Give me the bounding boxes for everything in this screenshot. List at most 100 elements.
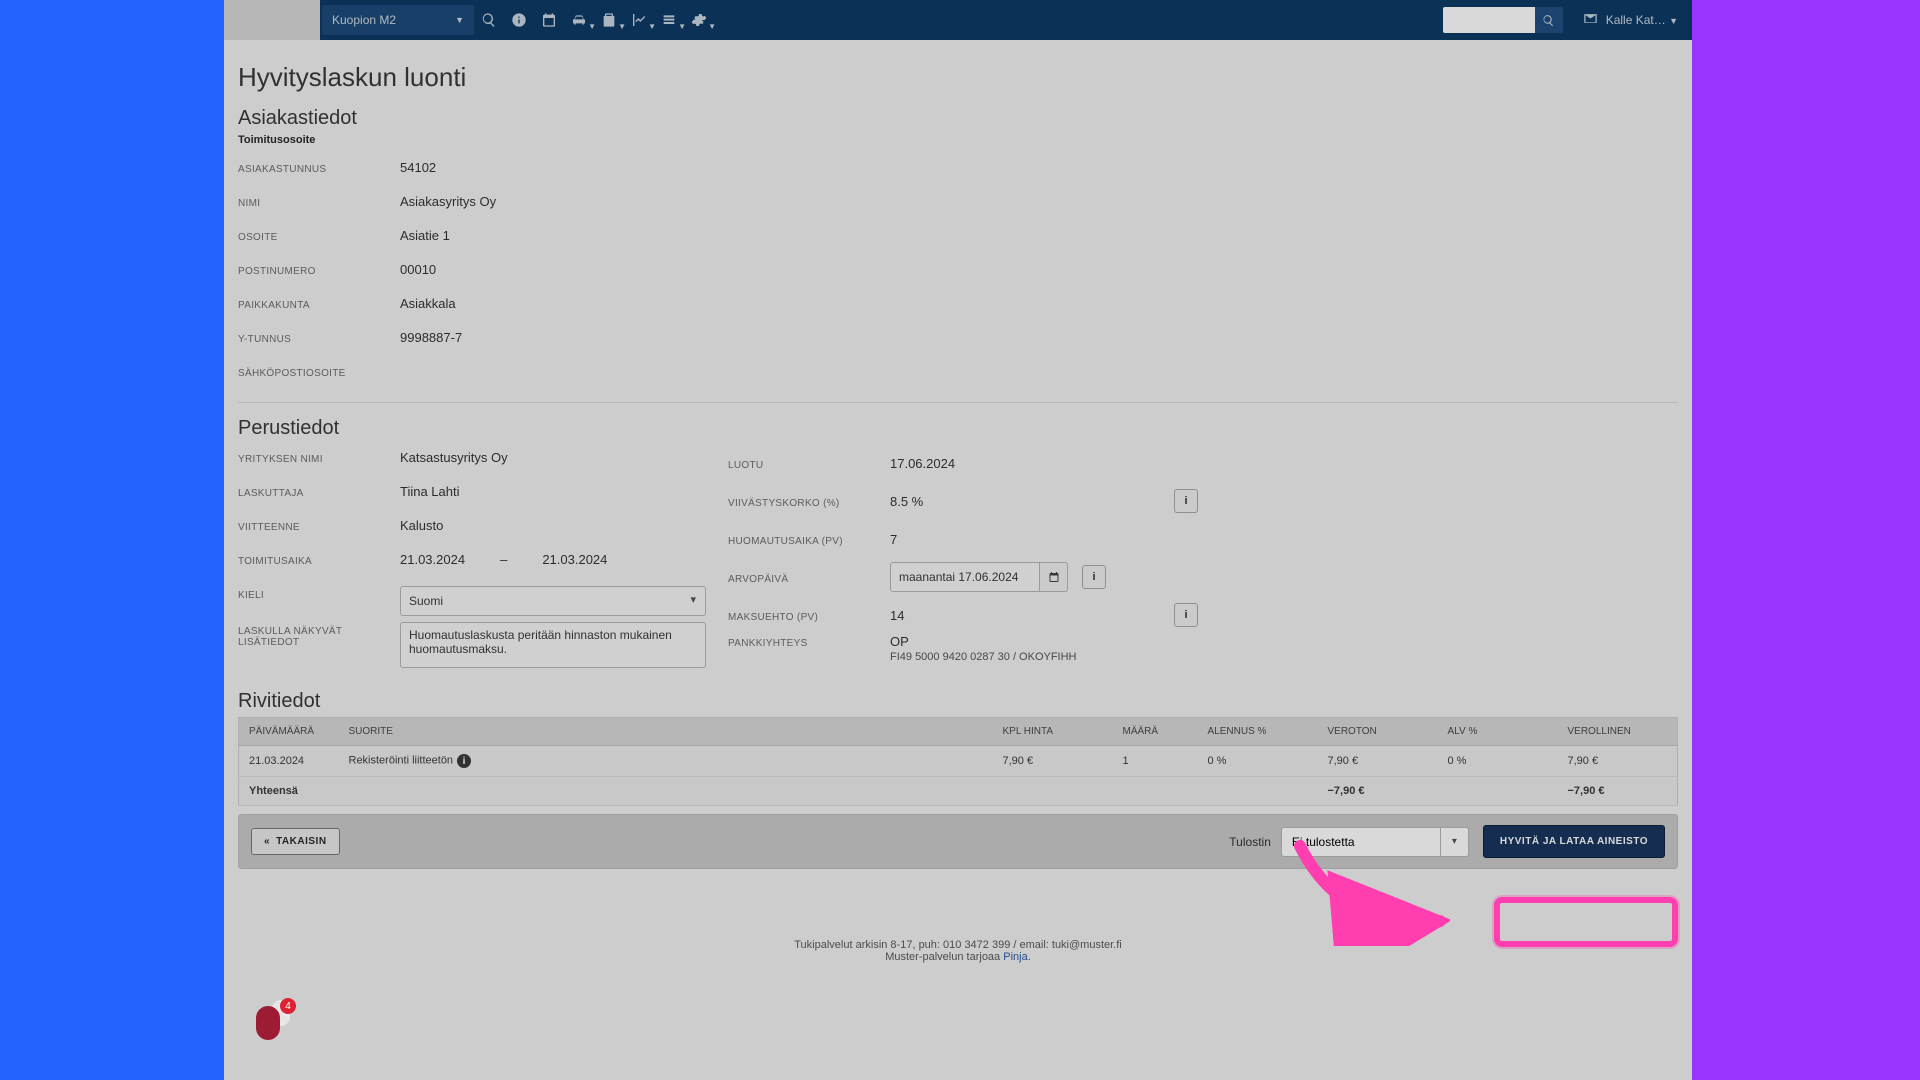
col-verollinen: VEROLLINEN	[1558, 718, 1678, 746]
label-huomautusaika: HUOMAUTUSAIKA (PV)	[728, 532, 890, 547]
list-icon[interactable]: ▼	[654, 0, 684, 40]
car-icon[interactable]: ▼	[564, 0, 594, 40]
col-kpl: KPL HINTA	[993, 718, 1113, 746]
value-viivastyskorko: 8.5 %	[890, 494, 1160, 509]
label-kieli: KIELI	[238, 586, 400, 601]
value-paikkakunta: Asiakkala	[400, 296, 456, 311]
info-icon[interactable]: i	[457, 754, 471, 768]
footer-support-line: Tukipalvelut arkisin 8-17, puh: 010 3472…	[238, 939, 1678, 951]
chevron-down-icon: ▼	[1669, 16, 1678, 26]
value-nimi: Asiakasyritys Oy	[400, 194, 496, 209]
brand-logo	[224, 0, 320, 40]
label-toimitusaika: TOIMITUSAIKA	[238, 552, 400, 567]
table-header-row: PÄIVÄMÄÄRÄ SUORITE KPL HINTA MÄÄRÄ ALENN…	[239, 718, 1678, 746]
cell-alennus: 0 %	[1198, 746, 1318, 777]
label-viivastyskorko: VIIVÄSTYSKORKO (%)	[728, 494, 890, 509]
gear-icon[interactable]: ▼	[684, 0, 714, 40]
customer-section-title: Asiakastiedot	[238, 107, 1678, 130]
cell-alv: 0 %	[1438, 746, 1558, 777]
col-alennus: ALENNUS %	[1198, 718, 1318, 746]
info-button-arvopaiva[interactable]: i	[1082, 565, 1106, 589]
value-date-input[interactable]	[890, 562, 1040, 592]
back-button-label: TAKAISIN	[276, 836, 326, 847]
chart-icon[interactable]: ▼	[624, 0, 654, 40]
site-selector-label: Kuopion M2	[332, 13, 396, 27]
global-search-input[interactable]	[1443, 7, 1535, 33]
value-toimitusaika: 21.03.2024 – 21.03.2024	[400, 552, 607, 567]
value-osoite: Asiatie 1	[400, 228, 450, 243]
label-nimi: NIMI	[238, 194, 400, 209]
content: Hyvityslaskun luonti Asiakastiedot Toimi…	[224, 40, 1692, 975]
basics-section-title: Perustiedot	[238, 417, 1678, 440]
value-pankki-iban: FI49 5000 9420 0287 30 / OKOYFIHH	[890, 651, 1077, 663]
label-lisatiedot: LASKULLA NÄKYVÄT LISÄTIEDOT	[238, 622, 400, 648]
label-yritys: YRITYKSEN NIMI	[238, 450, 400, 465]
footer-bar: « TAKAISIN Tulostin Ei tulostetta ▾ HYVI…	[238, 814, 1678, 869]
value-postinumero: 00010	[400, 262, 436, 277]
notification-badge: 4	[280, 998, 296, 1014]
value-luotu: 17.06.2024	[890, 456, 955, 471]
back-button[interactable]: « TAKAISIN	[251, 828, 340, 855]
printer-select-value: Ei tulostetta	[1292, 835, 1355, 849]
clipboard-icon[interactable]: ▼	[594, 0, 624, 40]
mail-icon[interactable]	[1583, 11, 1598, 29]
label-pankki: PANKKIYHTEYS	[728, 634, 890, 649]
label-postinumero: POSTINUMERO	[238, 262, 400, 277]
value-ytunnus: 9998887-7	[400, 330, 462, 345]
extra-info-textarea[interactable]: Huomautuslaskusta peritään hinnaston muk…	[400, 622, 706, 668]
label-maksuehto: MAKSUEHTO (PV)	[728, 608, 890, 623]
label-laskuttaja: LASKUTTAJA	[238, 484, 400, 499]
label-paikkakunta: PAIKKAKUNTA	[238, 296, 400, 311]
printer-select[interactable]: Ei tulostetta	[1281, 827, 1441, 857]
info-icon[interactable]	[504, 0, 534, 40]
support-widget[interactable]: 4	[256, 1000, 296, 1040]
cell-verollinen: 7,90 €	[1558, 746, 1678, 777]
label-viite: VIITTEENNE	[238, 518, 400, 533]
value-asiakastunnus: 54102	[400, 160, 436, 175]
value-date-group	[890, 562, 1068, 592]
value-viite: Kalusto	[400, 518, 443, 533]
topbar: Kuopion M2 ▼ ▼ ▼ ▼ ▼ ▼ Kalle Kat… ▼	[224, 0, 1692, 40]
table-row: 21.03.2024 Rekisteröinti liitteetöni 7,9…	[239, 746, 1678, 777]
table-total-row: Yhteensä −7,90 € −7,90 €	[239, 777, 1678, 806]
value-pankki-name: OP	[890, 634, 1077, 649]
printer-label: Tulostin	[1229, 835, 1271, 849]
user-menu[interactable]: Kalle Kat… ▼	[1606, 13, 1678, 27]
info-button-viivastyskorko[interactable]: i	[1174, 489, 1198, 513]
printer-select-caret[interactable]: ▾	[1441, 827, 1469, 857]
col-maara: MÄÄRÄ	[1113, 718, 1198, 746]
chevron-down-icon: ▼	[455, 15, 464, 25]
global-search	[1443, 7, 1563, 33]
user-name-label: Kalle Kat…	[1606, 13, 1666, 27]
label-arvopaiva: ARVOPÄIVÄ	[728, 570, 890, 585]
search-icon[interactable]	[474, 0, 504, 40]
value-yritys: Katsastusyritys Oy	[400, 450, 508, 465]
col-alv: ALV %	[1438, 718, 1558, 746]
cell-maara: 1	[1113, 746, 1198, 777]
cell-veroton: 7,90 €	[1318, 746, 1438, 777]
credit-and-download-button[interactable]: HYVITÄ JA LATAA AINEISTO	[1483, 825, 1665, 858]
calendar-icon[interactable]	[534, 0, 564, 40]
cell-pvm: 21.03.2024	[239, 746, 339, 777]
arrow-left-icon: «	[264, 836, 270, 847]
label-ytunnus: Y-TUNNUS	[238, 330, 400, 345]
value-huomautusaika: 7	[890, 532, 897, 547]
total-label: Yhteensä	[239, 777, 1318, 806]
global-search-button[interactable]	[1535, 7, 1563, 33]
footer-provider-line: Muster-palvelun tarjoaa Pinja.	[238, 951, 1678, 963]
label-luotu: LUOTU	[728, 456, 890, 471]
col-pvm: PÄIVÄMÄÄRÄ	[239, 718, 339, 746]
info-button-maksuehto[interactable]: i	[1174, 603, 1198, 627]
page-title: Hyvityslaskun luonti	[238, 62, 1678, 93]
calendar-button[interactable]	[1040, 562, 1068, 592]
language-select[interactable]: Suomi	[400, 586, 706, 616]
delivery-heading: Toimitusosoite	[238, 134, 1678, 146]
site-selector[interactable]: Kuopion M2 ▼	[322, 5, 474, 35]
value-maksuehto: 14	[890, 608, 1160, 623]
lines-table: PÄIVÄMÄÄRÄ SUORITE KPL HINTA MÄÄRÄ ALENN…	[238, 717, 1678, 806]
total-veroton: −7,90 €	[1318, 777, 1438, 806]
value-laskuttaja: Tiina Lahti	[400, 484, 460, 499]
label-asiakastunnus: ASIAKASTUNNUS	[238, 160, 400, 175]
cell-kpl: 7,90 €	[993, 746, 1113, 777]
provider-link[interactable]: Pinja	[1003, 951, 1027, 963]
